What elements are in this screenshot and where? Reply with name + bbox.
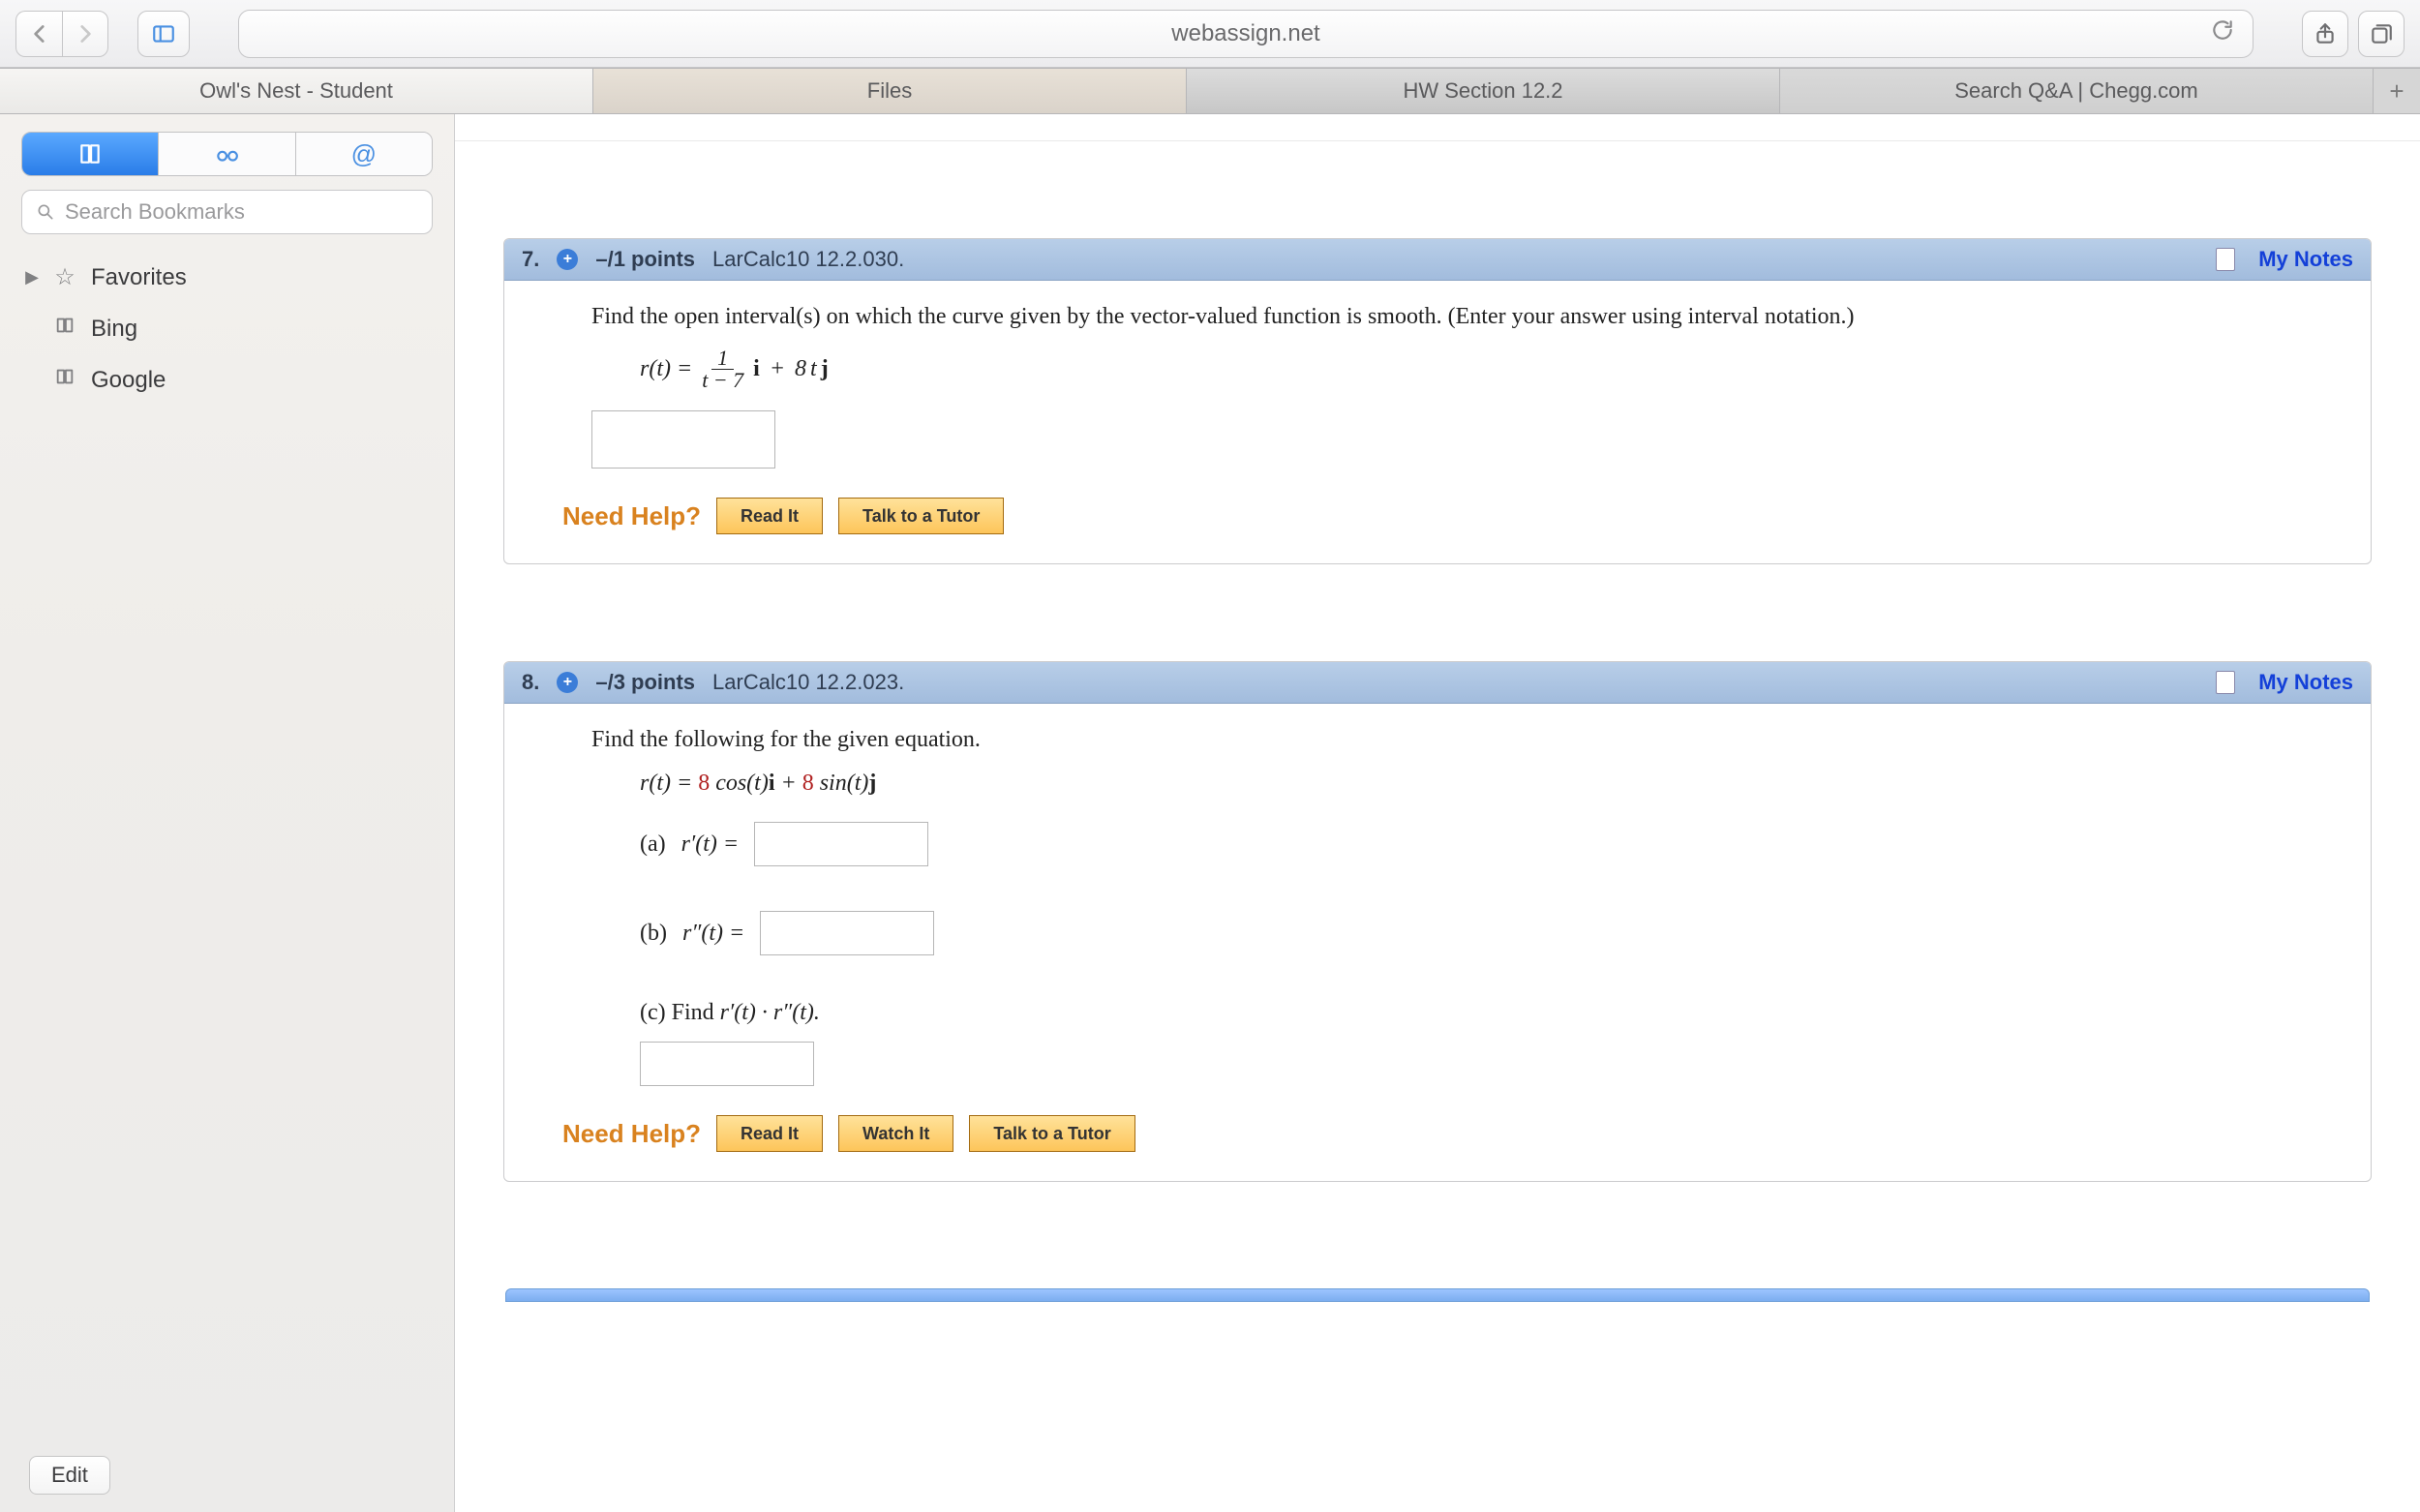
answer-input-q8b[interactable] [760,911,934,955]
new-tab-button[interactable]: + [2374,68,2420,113]
question-header: 8. + –/3 points LarCalc10 12.2.023. My N… [504,662,2371,704]
page-content[interactable]: 7. + –/1 points LarCalc10 12.2.030. My N… [455,114,2420,1512]
sidebar-item-label: Favorites [91,264,187,291]
part-a: (a) r′(t) = [640,822,2347,866]
sidebar-item-bing[interactable]: Bing [0,303,454,354]
talk-tutor-button[interactable]: Talk to a Tutor [969,1115,1134,1152]
url-text: webassign.net [1171,20,1319,47]
reload-icon [2210,17,2235,43]
sidebar-toggle-button[interactable] [137,11,190,57]
watch-it-button[interactable]: Watch It [838,1115,953,1152]
reload-button[interactable] [2210,17,2235,49]
glasses-icon [214,141,239,166]
star-icon: ☆ [52,263,77,291]
part-a-math: r′(t) = [681,832,739,858]
address-bar[interactable]: webassign.net [238,10,2254,58]
equation-q7: r(t) = 1 t − 7 i + 8 t j [640,348,2347,391]
bookmarks-tab[interactable] [22,133,159,175]
chevron-right-icon: ▶ [25,267,39,287]
book-icon [77,141,103,166]
share-button[interactable] [2302,11,2348,57]
question-body: Find the following for the given equatio… [504,704,2371,1181]
tab-1[interactable]: Files [593,68,1187,113]
sidebar-item-label: Google [91,367,166,394]
part-c-label: (c) Find [640,1000,720,1025]
part-a-label: (a) [640,832,666,858]
part-b-math: r″(t) = [682,921,744,947]
tab-label: Search Q&A | Chegg.com [1954,78,2198,104]
read-it-button[interactable]: Read It [716,498,823,534]
question-source: LarCalc10 12.2.030. [712,247,904,272]
question-body: Find the open interval(s) on which the c… [504,281,2371,563]
sidebar-item-favorites[interactable]: ▶ ☆ Favorites [0,252,454,303]
part-c: (c) Find r′(t) · r″(t). [640,1000,2347,1026]
read-it-button[interactable]: Read It [716,1115,823,1152]
tab-0[interactable]: Owl's Nest - Student [0,68,593,113]
expand-icon[interactable]: + [557,672,578,693]
notes-icon [2216,248,2235,271]
sidebar-item-label: Bing [91,316,137,343]
fraction: 1 t − 7 [696,348,749,391]
tab-bar: Owl's Nest - Student Files HW Section 12… [0,68,2420,114]
subscriptions-tab[interactable]: @ [296,133,432,175]
need-help-label: Need Help? [562,1119,701,1149]
plus-icon: + [2389,76,2404,106]
question-points: –/1 points [595,247,695,272]
sidebar-item-google[interactable]: Google [0,354,454,406]
answer-input-q8a[interactable] [754,822,928,866]
chevron-left-icon [27,21,52,46]
question-source: LarCalc10 12.2.023. [712,670,904,695]
question-header: 7. + –/1 points LarCalc10 12.2.030. My N… [504,239,2371,281]
tabs-button[interactable] [2358,11,2405,57]
bookmarks-sidebar: @ Search Bookmarks ▶ ☆ Favorites Bing [0,114,455,1512]
need-help-label: Need Help? [562,501,701,531]
question-number: 8. [522,670,539,695]
tab-label: Owl's Nest - Student [199,78,393,104]
sidebar-icon [151,21,176,46]
my-notes-link[interactable]: My Notes [2258,247,2353,272]
back-button[interactable] [15,11,62,57]
toolbar-right [2302,11,2405,57]
answer-input-q8c[interactable] [640,1042,814,1086]
question-points: –/3 points [595,670,695,695]
question-prompt: Find the following for the given equatio… [591,727,2347,753]
bookmarks-search[interactable]: Search Bookmarks [21,190,433,234]
question-card-7: 7. + –/1 points LarCalc10 12.2.030. My N… [503,238,2372,564]
question-prompt: Find the open interval(s) on which the c… [591,304,2347,330]
tabs-icon [2369,21,2394,46]
notes-icon [2216,671,2235,694]
browser-toolbar: webassign.net [0,0,2420,68]
sidebar-tab-switcher: @ [21,132,433,176]
next-question-header-peek [505,1288,2370,1302]
search-icon [36,202,55,222]
search-placeholder: Search Bookmarks [65,199,245,225]
expand-icon[interactable]: + [557,249,578,270]
nav-buttons [15,11,108,57]
chevron-right-icon [73,21,98,46]
tab-3[interactable]: Search Q&A | Chegg.com [1780,68,2374,113]
part-b-label: (b) [640,921,667,947]
need-help-row: Need Help? Read It Talk to a Tutor [562,498,2347,534]
book-icon [52,366,77,394]
share-icon [2313,21,2338,46]
forward-button[interactable] [62,11,108,57]
tab-label: HW Section 12.2 [1403,78,1562,104]
my-notes-link[interactable]: My Notes [2258,670,2353,695]
answer-input-q7[interactable] [591,410,775,469]
question-card-8: 8. + –/3 points LarCalc10 12.2.023. My N… [503,661,2372,1182]
tab-label: Files [867,78,912,104]
reading-list-tab[interactable] [159,133,295,175]
need-help-row: Need Help? Read It Watch It Talk to a Tu… [562,1115,2347,1152]
equation-q8: r(t) = 8 cos(t)i + 8 sin(t)j [640,771,2347,797]
question-number: 7. [522,247,539,272]
talk-tutor-button[interactable]: Talk to a Tutor [838,498,1004,534]
bookmarks-list: ▶ ☆ Favorites Bing Google [0,248,454,409]
at-icon: @ [351,139,377,169]
tab-2[interactable]: HW Section 12.2 [1187,68,1780,113]
part-b: (b) r″(t) = [640,911,2347,955]
edit-button[interactable]: Edit [29,1456,110,1495]
book-icon [52,315,77,343]
